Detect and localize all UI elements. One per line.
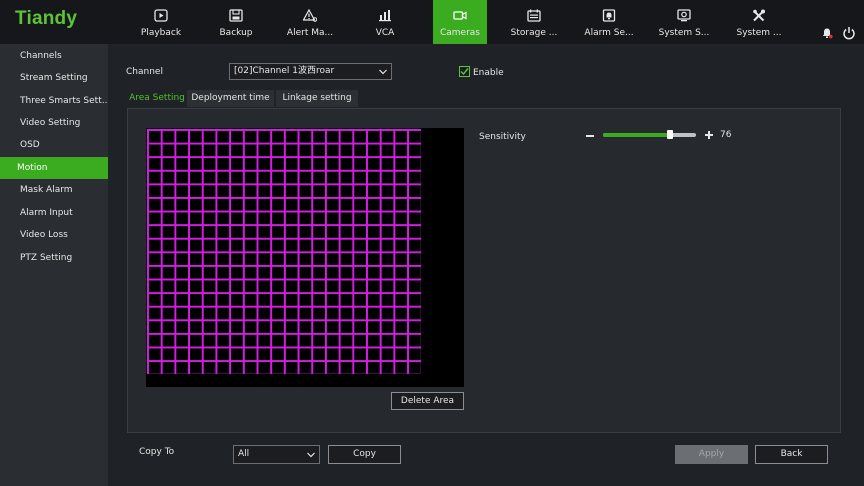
sidebar-item-ptz-setting[interactable]: PTZ Setting <box>0 247 108 269</box>
back-button[interactable]: Back <box>755 445 828 464</box>
nav-backup[interactable]: Backup <box>204 0 268 44</box>
storage-icon <box>527 9 541 22</box>
copy-button[interactable]: Copy <box>328 445 401 464</box>
sidebar-item-alarm-input[interactable]: Alarm Input <box>0 202 108 224</box>
chevron-down-icon <box>379 69 387 74</box>
top-navigation-bar: Tiandy Playback Backup Alert Ma... VCA C… <box>0 0 864 44</box>
alert-icon <box>303 9 317 22</box>
nav-alert-management[interactable]: Alert Ma... <box>278 0 342 44</box>
channel-select-value: [02]Channel 1波西roar <box>234 66 335 76</box>
sensitivity-label: Sensitivity <box>479 132 526 142</box>
apply-button[interactable]: Apply <box>675 445 748 464</box>
sidebar-item-three-smarts[interactable]: Three Smarts Sett... <box>0 90 108 112</box>
nav-cameras[interactable]: Cameras <box>433 0 487 44</box>
sidebar-item-video-loss[interactable]: Video Loss <box>0 224 108 246</box>
nav-label: Cameras <box>439 28 480 38</box>
sidebar-item-channels[interactable]: Channels <box>0 45 108 67</box>
sensitivity-slider[interactable] <box>603 133 696 137</box>
nav-label: System ... <box>736 28 782 38</box>
delete-area-button[interactable]: Delete Area <box>391 392 464 410</box>
sidebar: Channels Stream Setting Three Smarts Set… <box>0 44 108 486</box>
sidebar-item-video-setting[interactable]: Video Setting <box>0 112 108 134</box>
nav-storage[interactable]: Storage ... <box>502 0 566 44</box>
plus-icon <box>708 130 710 139</box>
tab-deployment-time[interactable]: Deployment time <box>187 90 274 107</box>
copy-to-label: Copy To <box>139 447 175 457</box>
power-icon[interactable] <box>842 26 856 40</box>
playback-icon <box>154 9 168 22</box>
system-settings-icon <box>677 9 691 22</box>
nav-label: Storage ... <box>510 28 558 38</box>
backup-icon <box>229 9 243 22</box>
nav-playback[interactable]: Playback <box>129 0 193 44</box>
sensitivity-decrease-button[interactable] <box>586 135 594 137</box>
nav-system-settings[interactable]: System S... <box>652 0 716 44</box>
chevron-down-icon <box>307 452 315 457</box>
sidebar-item-osd[interactable]: OSD <box>0 134 108 156</box>
nav-alarm-settings[interactable]: Alarm Se... <box>577 0 641 44</box>
sidebar-item-stream-setting[interactable]: Stream Setting <box>0 67 108 89</box>
camera-icon <box>453 11 467 20</box>
nav-label: Playback <box>140 28 182 38</box>
sensitivity-slider-thumb[interactable] <box>667 130 673 139</box>
copy-to-select[interactable]: All <box>233 445 320 464</box>
enable-checkbox[interactable] <box>459 66 470 77</box>
notification-bell-icon[interactable] <box>821 27 833 39</box>
vca-icon <box>379 10 391 22</box>
system-maintenance-icon <box>753 9 765 22</box>
enable-label: Enable <box>473 68 504 78</box>
nav-vca[interactable]: VCA <box>353 0 417 44</box>
channel-label: Channel <box>126 67 163 77</box>
nav-label: Backup <box>219 28 253 38</box>
tab-area-setting[interactable]: Area Setting <box>129 90 185 107</box>
brand-logo: Tiandy <box>15 8 78 29</box>
sensitivity-slider-fill <box>603 133 670 137</box>
copy-to-select-value: All <box>238 449 250 459</box>
nav-system-maintenance[interactable]: System ... <box>727 0 791 44</box>
channel-select[interactable]: [02]Channel 1波西roar <box>229 63 392 80</box>
nav-label: Alert Ma... <box>286 28 334 38</box>
tab-linkage-setting[interactable]: Linkage setting <box>276 90 358 107</box>
alarm-icon <box>602 9 616 22</box>
sidebar-item-mask-alarm[interactable]: Mask Alarm <box>0 179 108 201</box>
nav-label: VCA <box>375 28 395 38</box>
nav-label: System S... <box>658 28 710 38</box>
nav-label: Alarm Se... <box>584 28 634 38</box>
sidebar-item-motion[interactable]: Motion <box>0 157 108 179</box>
sensitivity-value: 76 <box>720 130 732 140</box>
checkmark-icon <box>460 68 469 76</box>
motion-detection-grid[interactable] <box>147 129 421 374</box>
